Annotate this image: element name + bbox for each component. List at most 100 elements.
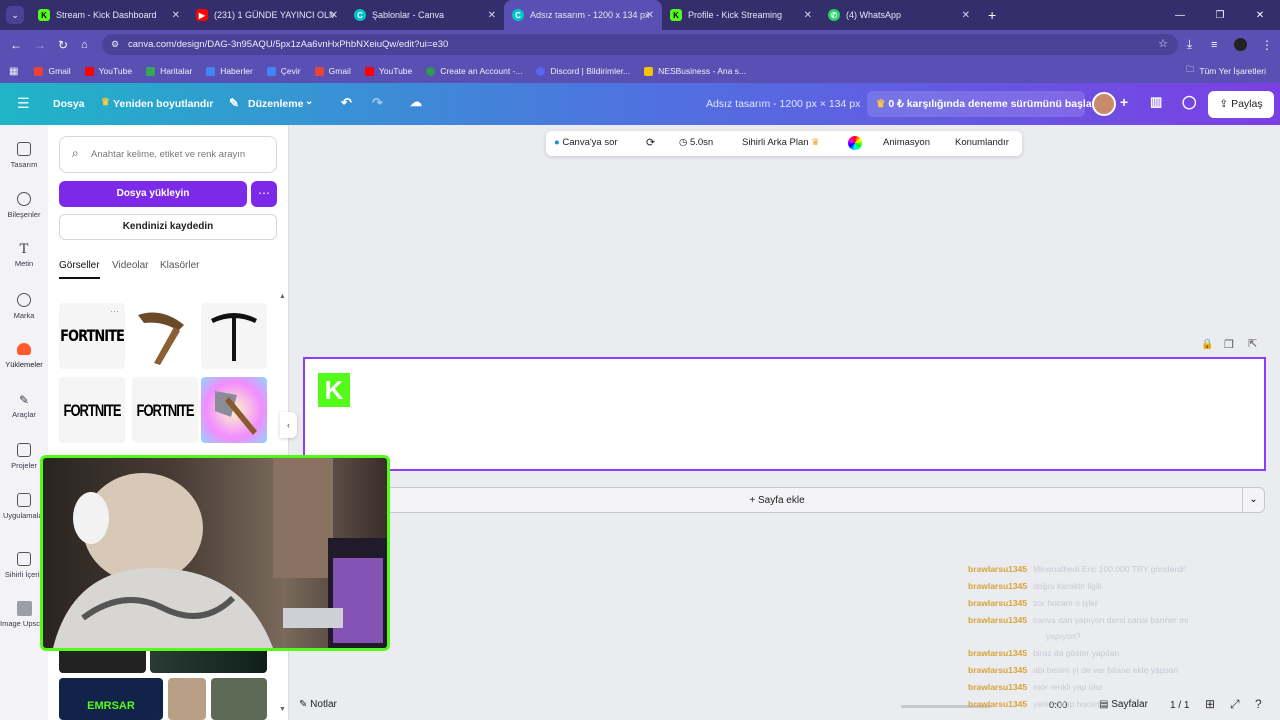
bookmark-maps[interactable]: Haritalar <box>146 66 192 76</box>
file-menu[interactable]: Dosya <box>53 98 85 110</box>
undo-icon[interactable]: ↶ <box>341 95 352 111</box>
rail-tools[interactable]: ✎ Araçlar <box>0 393 48 419</box>
rail-brand[interactable]: Marka <box>0 293 48 320</box>
apps-grid-icon[interactable]: ▦ <box>9 66 18 77</box>
color-wheel-icon[interactable] <box>848 136 862 150</box>
add-page-icon[interactable]: ⇱ <box>1248 337 1257 350</box>
url-bar[interactable]: ⚙ canva.com/design/DAG-3n95AQU/5px1zAa6v… <box>102 34 1178 55</box>
bookmark-translate[interactable]: Çevir <box>266 66 301 76</box>
add-page-button[interactable]: + Sayfa ekle <box>303 487 1251 513</box>
profile-avatar[interactable] <box>1234 38 1247 51</box>
kick-logo[interactable]: K <box>318 373 350 407</box>
browser-tab-canva-design[interactable]: C Adsız tasarım - 1200 x 134 px ✕ <box>504 0 662 30</box>
close-window-icon[interactable]: ✕ <box>1240 10 1280 21</box>
close-icon[interactable]: ✕ <box>646 10 654 21</box>
tab-images[interactable]: Görseller <box>59 260 100 279</box>
design-page[interactable]: K <box>303 357 1266 471</box>
hamburger-icon[interactable]: ☰ <box>17 95 30 112</box>
back-icon[interactable]: ← <box>10 38 22 52</box>
upload-thumb-fortnite[interactable]: FORTNITE ⋯ <box>59 303 125 369</box>
share-button[interactable]: ⇪ Paylaş <box>1208 91 1274 118</box>
scroll-up-icon[interactable]: ▲ <box>279 293 286 300</box>
upload-thumb-emrsar[interactable]: EMRSAR <box>59 678 163 720</box>
help-icon[interactable]: ? <box>1255 697 1262 711</box>
tab-folders[interactable]: Klasörler <box>160 260 199 271</box>
rail-elements[interactable]: Bileşenler <box>0 192 48 219</box>
bookmark-youtube[interactable]: YouTube <box>84 66 132 76</box>
upload-thumb-photo-1[interactable] <box>168 678 206 720</box>
site-info-icon[interactable]: ⚙ <box>111 34 119 55</box>
user-avatar[interactable] <box>1092 92 1116 116</box>
browser-tab-canva-templates[interactable]: C Şablonlar - Canva ✕ <box>346 0 504 30</box>
lock-icon[interactable]: 🔒 <box>1201 339 1213 350</box>
minimize-icon[interactable]: — <box>1160 10 1200 21</box>
upload-thumb-pickaxe[interactable] <box>132 303 198 369</box>
duplicate-icon[interactable]: ❐ <box>1224 338 1234 351</box>
browser-tab-youtube[interactable]: ▶ (231) 1 GÜNDE YAYINCI OLMAY ✕ <box>188 0 346 30</box>
more-icon[interactable]: ⋮ <box>1261 38 1273 52</box>
close-icon[interactable]: ✕ <box>330 10 338 21</box>
collapse-panel-button[interactable]: ‹ <box>280 412 297 438</box>
home-icon[interactable]: ⌂ <box>81 39 88 51</box>
bookmark-star-icon[interactable]: ☆ <box>1158 34 1168 55</box>
ask-canva-button[interactable]: ● Canva'ya sor <box>554 137 618 148</box>
add-page-dropdown[interactable]: ⌄ <box>1242 487 1265 513</box>
animation-button[interactable]: Animasyon <box>883 137 930 148</box>
bookmark-create-account[interactable]: Create an Account -... <box>426 66 522 76</box>
rail-text[interactable]: T Metin <box>0 242 48 268</box>
more-upload-options-button[interactable]: ⋯ <box>251 181 277 207</box>
upload-thumb-photo-2[interactable] <box>211 678 267 720</box>
upload-thumb-fortnite-2[interactable]: FORTNITE <box>59 377 125 443</box>
playlist-icon[interactable]: ≡ <box>1211 39 1217 51</box>
new-tab-button[interactable]: + <box>988 7 996 23</box>
close-icon[interactable]: ✕ <box>488 10 496 21</box>
pages-button[interactable]: ▤ Sayfalar <box>1099 699 1148 710</box>
duration-button[interactable]: ◷ 5.0sn <box>679 137 713 148</box>
crown-icon: ♛ <box>876 98 889 110</box>
grid-view-icon[interactable]: ⊞ <box>1205 697 1215 711</box>
download-icon[interactable]: ⤓ <box>1187 37 1192 52</box>
more-icon[interactable]: ⋯ <box>110 306 119 317</box>
upload-thumb-axe[interactable] <box>201 377 267 443</box>
add-collaborator-icon[interactable]: + <box>1120 94 1128 110</box>
bookmark-gmail[interactable]: Gmail <box>34 66 71 76</box>
maximize-icon[interactable]: ❐ <box>1200 10 1240 21</box>
upload-thumb-fortnite-3[interactable]: FORTNITE <box>132 377 198 443</box>
edit-menu[interactable]: Düzenleme <box>248 98 303 110</box>
browser-tab-whatsapp[interactable]: ✆ (4) WhatsApp ✕ <box>820 0 978 30</box>
close-icon[interactable]: ✕ <box>804 10 812 21</box>
close-icon[interactable]: ✕ <box>962 10 970 21</box>
tab-search-button[interactable]: ⌄ <box>6 6 24 24</box>
all-bookmarks[interactable]: 🗀 Tüm Yer İşaretleri <box>1186 64 1266 78</box>
bookmark-discord[interactable]: Discord | Bildirimler... <box>536 66 630 76</box>
magic-background-button[interactable]: Sihirli Arka Plan ♛ <box>742 137 820 148</box>
browser-tab-kick-profile[interactable]: K Profile - Kick Streaming ✕ <box>662 0 820 30</box>
scroll-down-icon[interactable]: ▼ <box>279 706 286 713</box>
search-input[interactable]: ⌕ Anahtar kelime, etiket ve renk arayın <box>59 136 277 173</box>
design-title[interactable]: Adsız tasarım - 1200 px × 134 px <box>706 98 860 110</box>
reload-icon[interactable]: ↻ <box>58 38 68 52</box>
trial-button[interactable]: ♛ 0 ₺ karşılığında deneme sürümünü başla… <box>867 91 1095 117</box>
animate-loop-icon[interactable]: ⟳ <box>646 136 655 149</box>
close-icon[interactable]: ✕ <box>172 10 180 21</box>
bookmark-gmail-2[interactable]: Gmail <box>314 66 351 76</box>
forward-icon[interactable]: → <box>34 38 46 52</box>
bookmark-news[interactable]: Haberler <box>206 66 253 76</box>
insights-icon[interactable]: ▥ <box>1150 94 1162 110</box>
rail-design[interactable]: Tasarım <box>0 142 48 169</box>
bookmark-nesbusiness[interactable]: NESBusiness - Ana s... <box>644 66 746 76</box>
tab-videos[interactable]: Videolar <box>112 260 149 271</box>
notes-button[interactable]: ✎ Notlar <box>299 699 337 710</box>
fullscreen-icon[interactable]: ⤢ <box>1230 697 1240 712</box>
resize-button[interactable]: Yeniden boyutlandır <box>113 98 213 110</box>
position-button[interactable]: Konumlandır <box>955 137 1009 148</box>
upload-thumb-pickaxe-black[interactable] <box>201 303 267 369</box>
cloud-save-icon[interactable]: ☁ <box>410 95 422 109</box>
redo-icon[interactable]: ↷ <box>372 95 383 111</box>
record-yourself-button[interactable]: Kendinizi kaydedin <box>59 214 277 240</box>
rail-uploads[interactable]: Yüklemeler <box>0 343 48 369</box>
browser-tab-kick-dashboard[interactable]: K Stream - Kick Dashboard ✕ <box>30 0 188 30</box>
bookmark-youtube-2[interactable]: YouTube <box>364 66 412 76</box>
upload-file-button[interactable]: Dosya yükleyin <box>59 181 247 207</box>
comments-icon[interactable]: ◯ <box>1182 94 1197 110</box>
